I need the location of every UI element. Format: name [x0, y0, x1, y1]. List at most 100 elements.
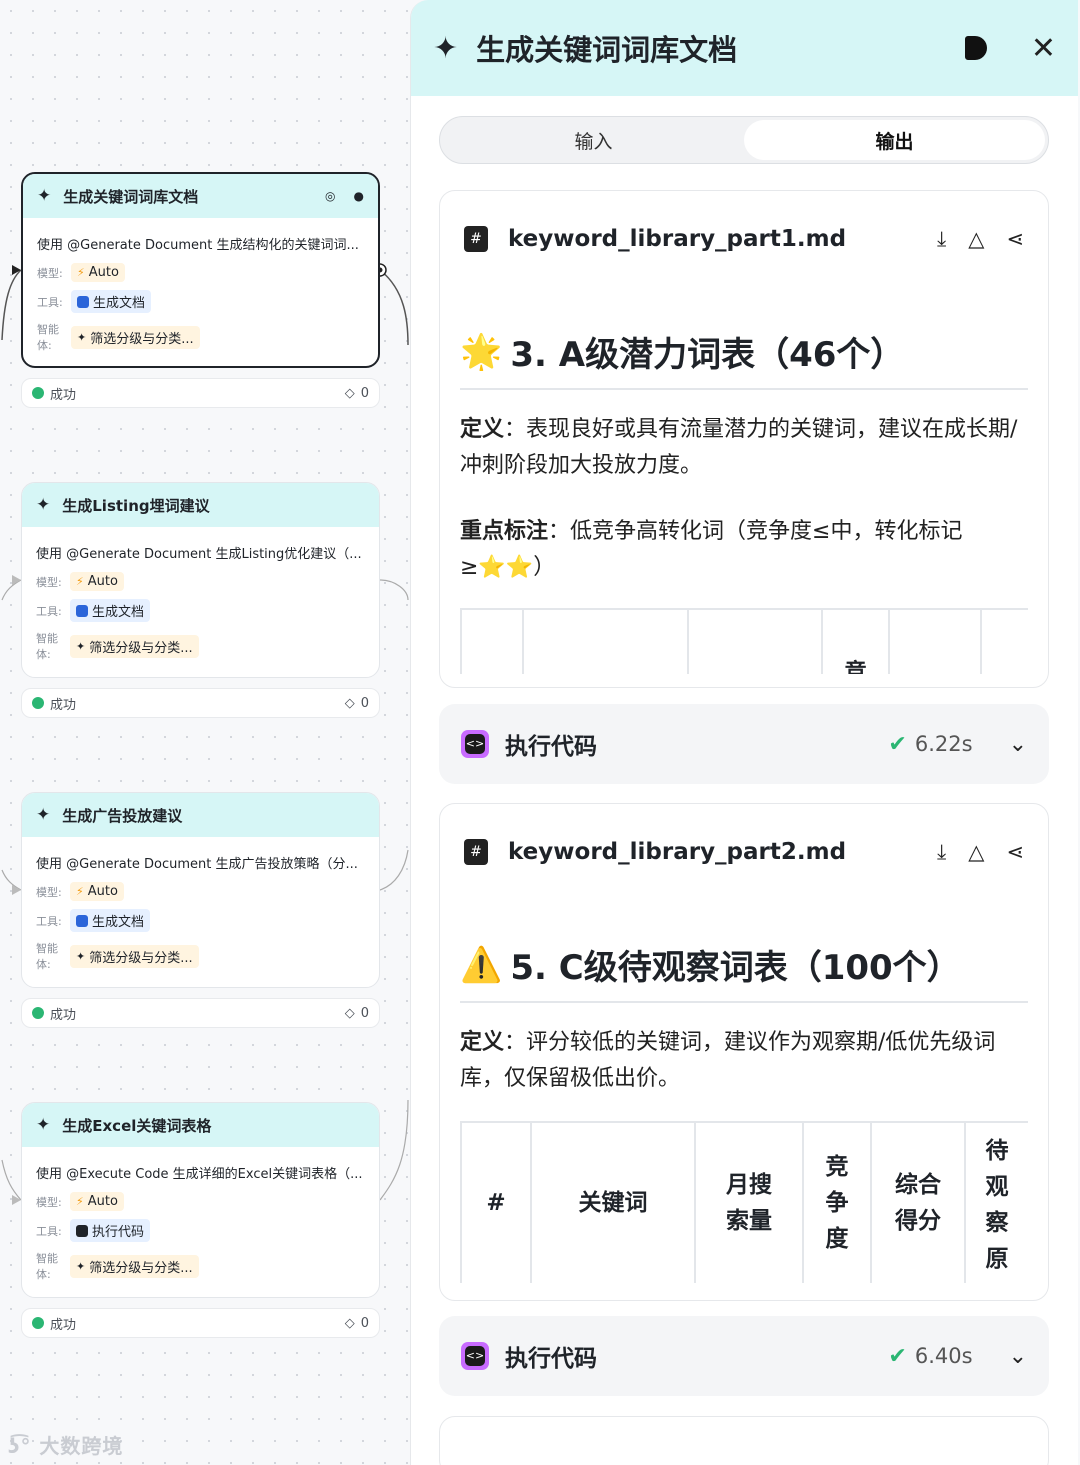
definition-paragraph: 定义：表现良好或具有流量潜力的关键词，建议在成长期/冲刺阶段加大投放力度。	[460, 417, 1018, 478]
workflow-node-excel-table[interactable]: ✦ 生成Excel关键词表格 使用 @Execute Code 生成详细的Exc…	[21, 1102, 380, 1298]
download-icon[interactable]: ⤓	[937, 840, 946, 865]
node-model-row: 模型: ⚡ Auto	[22, 568, 379, 595]
warning-icon: ⚠️	[460, 944, 503, 985]
download-icon[interactable]: ⤓	[937, 227, 946, 252]
table-header-cell: 待观察原因	[964, 1123, 1028, 1283]
sparkle-icon: ✦	[76, 1259, 86, 1273]
definition-paragraph: 定义：评分较低的关键词，建议作为观察期/低优先级词库，仅保留极低出价。	[460, 1030, 996, 1091]
agent-chip[interactable]: ✦ 筛选分级与分类...	[70, 634, 199, 658]
code-icon: <>	[461, 1342, 489, 1370]
lightning-icon: ⚡	[76, 1195, 84, 1208]
target-icon[interactable]: ◎	[325, 189, 335, 203]
node-title: 生成广告投放建议	[62, 806, 183, 825]
node-title: 生成Excel关键词表格	[62, 1116, 212, 1135]
panel-title: 生成关键词词库文档	[476, 33, 738, 67]
execute-code-step-2[interactable]: <> 执行代码 ✔ 6.40s ⌄	[439, 1316, 1049, 1396]
agent-chip[interactable]: ✦ 筛选分级与分类...	[70, 944, 199, 968]
file-header: # keyword_library_part2.md ⤓ △ ⋖	[440, 804, 1048, 900]
shapes-icon[interactable]: △	[968, 840, 984, 864]
node-agent-row: 智能体: ✦ 筛选分级与分类...	[23, 317, 378, 357]
watermark: ʖ͡° 大数跨境	[8, 1434, 124, 1458]
code-icon: <>	[461, 730, 489, 758]
model-chip[interactable]: ⚡ Auto	[70, 882, 124, 901]
model-chip[interactable]: ⚡ Auto	[70, 572, 124, 591]
markdown-preview: 🌟 3. A级潜力词表（46个） 定义：表现良好或具有流量潜力的关键词，建议在成…	[440, 327, 1048, 674]
table-col	[687, 610, 821, 674]
node-header: ✦ 生成关键词词库文档 ◎ ●	[23, 174, 378, 218]
lightning-icon: ⚡	[77, 266, 85, 279]
node-header: ✦ 生成Excel关键词表格	[22, 1103, 379, 1147]
node-title: 生成Listing埋词建议	[62, 496, 210, 515]
model-chip[interactable]: ⚡ Auto	[70, 1192, 124, 1211]
workflow-node-ad-suggestion[interactable]: ✦ 生成广告投放建议 使用 @Generate Document 生成广告投放策…	[21, 792, 380, 988]
close-icon[interactable]: ✕	[1031, 31, 1056, 66]
exec-duration: 6.22s	[914, 732, 973, 756]
tool-chip[interactable]: 生成文档	[70, 909, 151, 932]
document-tool-icon	[76, 604, 88, 617]
workflow-canvas[interactable]: ✦ 生成关键词词库文档 ◎ ● 使用 @Generate Document 生成…	[0, 0, 412, 1465]
tool-chip[interactable]: 执行代码	[70, 1219, 151, 1242]
run-button[interactable]	[964, 36, 987, 60]
sparkle-icon: ✦	[76, 949, 86, 963]
check-circle-icon: ✔	[888, 731, 907, 757]
chevron-down-icon[interactable]: ⌄	[1009, 1344, 1027, 1369]
focus-paragraph: 重点标注：低竞争高转化词（竞争度≤中，转化标记≥⭐⭐）	[460, 519, 963, 580]
agent-chip[interactable]: ✦ 筛选分级与分类...	[71, 325, 200, 349]
code-tool-icon	[76, 1224, 88, 1237]
node-status-bar: 成功 ◇ 0	[21, 998, 380, 1028]
run-icon[interactable]: ●	[354, 189, 364, 203]
node-description: 使用 @Execute Code 生成详细的Excel关键词表格（...	[36, 1167, 363, 1182]
success-icon	[32, 387, 44, 399]
panel-header: ✦ 生成关键词词库文档 ✕	[411, 0, 1078, 96]
sparkle-icon: ✦	[37, 186, 52, 206]
workflow-node-listing-suggestion[interactable]: ✦ 生成Listing埋词建议 使用 @Generate Document 生成…	[21, 482, 380, 678]
workflow-node-keyword-library[interactable]: ✦ 生成关键词词库文档 ◎ ● 使用 @Generate Document 生成…	[21, 172, 380, 368]
markdown-file-icon: #	[464, 839, 488, 865]
sparkle-icon: ✦	[76, 639, 86, 653]
tool-chip[interactable]: 生成文档	[71, 290, 152, 313]
node-status-bar: 成功 ◇ 0	[21, 378, 380, 408]
node-agent-row: 智能体: ✦ 筛选分级与分类...	[22, 1246, 379, 1286]
file-name: keyword_library_part2.md	[508, 839, 847, 865]
node-description: 使用 @Generate Document 生成广告投放策略（分...	[36, 857, 358, 872]
table-col	[980, 610, 1028, 674]
node-agent-row: 智能体: ✦ 筛选分级与分类...	[22, 626, 379, 666]
node-header: ✦ 生成广告投放建议	[22, 793, 379, 837]
node-tool-row: 工具: 生成文档	[23, 286, 378, 317]
star-icon: 🌟	[460, 331, 503, 372]
agent-chip[interactable]: ✦ 筛选分级与分类...	[70, 1254, 199, 1278]
diamond-icon: ◇	[344, 385, 355, 401]
tool-chip[interactable]: 生成文档	[70, 599, 151, 622]
shapes-icon[interactable]: △	[968, 227, 984, 251]
execute-code-step-1[interactable]: <> 执行代码 ✔ 6.22s ⌄	[439, 704, 1049, 784]
node-model-row: 模型: ⚡ Auto	[22, 1188, 379, 1215]
node-status-bar: 成功 ◇ 0	[21, 688, 380, 718]
keyword-table-header: # 关键词 月搜索量 竞争度 综合得分 待观察原因	[460, 1121, 1028, 1283]
share-icon[interactable]: ⋖	[1006, 227, 1024, 251]
node-model-row: 模型: ⚡ Auto	[23, 259, 378, 286]
table-col: 竞	[820, 610, 889, 674]
table-col	[888, 610, 980, 674]
node-detail-panel: ✦ 生成关键词词库文档 ✕ 输入 输出 # keyword_library_pa…	[410, 0, 1078, 1465]
exec-duration: 6.40s	[914, 1344, 973, 1368]
table-header-cell: 竞争度	[802, 1123, 870, 1283]
lightning-icon: ⚡	[76, 575, 84, 588]
tab-output[interactable]: 输出	[744, 120, 1045, 160]
sparkle-icon: ✦	[77, 330, 87, 344]
chevron-down-icon[interactable]: ⌄	[1009, 732, 1027, 757]
node-title: 生成关键词词库文档	[63, 187, 199, 206]
diamond-icon: ◇	[344, 1315, 355, 1331]
file-card-part1: # keyword_library_part1.md ⤓ △ ⋖ 🌟 3. A级…	[439, 190, 1049, 688]
markdown-file-icon: #	[464, 226, 488, 252]
share-icon[interactable]: ⋖	[1006, 840, 1024, 864]
tab-input[interactable]: 输入	[443, 120, 744, 160]
table-header-cell: 关键词	[530, 1123, 694, 1283]
file-header: # keyword_library_part1.md ⤓ △ ⋖	[440, 191, 1048, 287]
check-circle-icon: ✔	[888, 1343, 907, 1369]
diamond-icon: ◇	[344, 1005, 355, 1021]
model-chip[interactable]: ⚡ Auto	[71, 263, 125, 282]
table-col	[521, 610, 687, 674]
section-heading: ⚠️ 5. C级待观察词表（100个）	[460, 940, 1028, 1003]
node-description: 使用 @Generate Document 生成结构化的关键词词...	[37, 238, 359, 253]
success-icon	[32, 1007, 44, 1019]
